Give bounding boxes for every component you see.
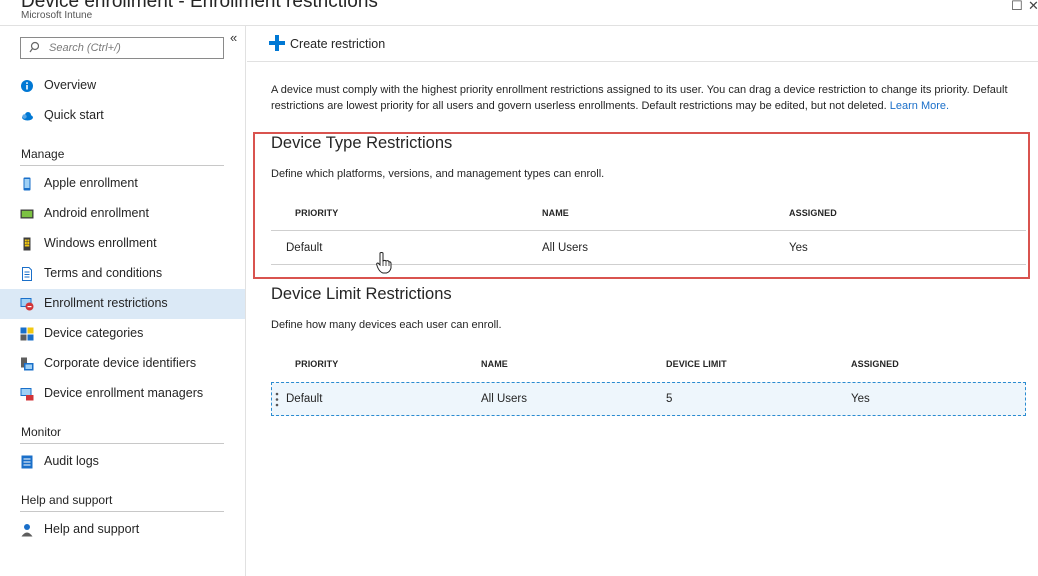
section-help: Help and support: [21, 493, 113, 507]
search-icon: [29, 41, 39, 53]
device-type-title: Device Type Restrictions: [271, 134, 453, 152]
cell-device-limit: 5: [666, 393, 673, 405]
sidebar-item-label: Device categories: [44, 326, 144, 340]
categories-icon: [20, 327, 34, 341]
restriction-icon: [20, 298, 34, 311]
device-limit-title: Device Limit Restrictions: [271, 285, 452, 303]
sidebar: Search (Ctrl+/) « Overview Quick start M…: [0, 26, 246, 576]
column-header-priority[interactable]: PRIORITY: [295, 359, 338, 369]
phone-icon: [23, 177, 31, 191]
cell-name: All Users: [481, 393, 528, 405]
learn-more-link[interactable]: Learn More.: [890, 100, 949, 112]
tablet-icon: [20, 209, 34, 219]
sidebar-item-label: Apple enrollment: [44, 176, 138, 190]
cell-priority: Default: [286, 393, 323, 405]
column-header-priority[interactable]: PRIORITY: [295, 208, 338, 218]
plus-icon: [269, 35, 285, 51]
table-row[interactable]: Default All Users 5 Yes: [271, 382, 1026, 416]
sidebar-item-apple-enrollment[interactable]: Apple enrollment: [0, 169, 245, 199]
section-manage: Manage: [21, 147, 65, 161]
divider: [20, 443, 224, 444]
device-type-description: Define which platforms, versions, and ma…: [271, 168, 605, 180]
sidebar-item-enrollment-restrictions[interactable]: Enrollment restrictions: [0, 289, 245, 319]
drag-handle-icon[interactable]: [275, 392, 279, 407]
device-limit-description: Define how many devices each user can en…: [271, 319, 502, 331]
sidebar-item-audit-logs[interactable]: Audit logs: [0, 447, 245, 477]
corporate-device-icon: [21, 357, 34, 371]
cell-assigned: Yes: [851, 393, 870, 405]
cell-name: All Users: [542, 242, 589, 254]
close-icon[interactable]: ✕: [1028, 0, 1038, 14]
command-bar: Create restriction: [247, 26, 1038, 62]
sidebar-item-label: Quick start: [44, 108, 104, 122]
sidebar-item-label: Enrollment restrictions: [44, 296, 168, 310]
page-description: A device must comply with the highest pr…: [271, 82, 1021, 114]
blade-subtitle: Microsoft Intune: [21, 10, 93, 21]
sidebar-item-quick-start[interactable]: Quick start: [0, 101, 245, 131]
sidebar-item-label: Windows enrollment: [44, 236, 157, 250]
sidebar-item-label: Overview: [44, 78, 97, 92]
divider: [20, 165, 224, 166]
create-restriction-label: Create restriction: [290, 37, 386, 51]
managers-icon: [20, 388, 34, 401]
sidebar-item-label: Audit logs: [44, 454, 99, 468]
cell-assigned: Yes: [789, 242, 808, 254]
document-icon: [22, 267, 32, 281]
column-header-name[interactable]: NAME: [542, 208, 569, 218]
section-monitor: Monitor: [21, 425, 62, 439]
cloud-icon: [22, 112, 33, 121]
search-placeholder: Search (Ctrl+/): [49, 42, 121, 54]
sidebar-item-windows-enrollment[interactable]: Windows enrollment: [0, 229, 245, 259]
column-header-assigned[interactable]: ASSIGNED: [789, 208, 837, 218]
collapse-sidebar-button[interactable]: «: [230, 30, 237, 45]
sidebar-item-help-and-support[interactable]: Help and support: [0, 515, 245, 545]
hand-cursor-icon: [376, 252, 392, 274]
sidebar-item-label: Terms and conditions: [44, 266, 163, 280]
log-icon: [21, 455, 33, 469]
sidebar-item-overview[interactable]: Overview: [0, 71, 245, 101]
sidebar-item-label: Help and support: [44, 522, 140, 536]
divider: [20, 511, 224, 512]
blade-header: Device enrollment - Enrollment restricti…: [0, 0, 1038, 26]
maximize-icon[interactable]: ☐: [1011, 0, 1023, 14]
sidebar-item-device-categories[interactable]: Device categories: [0, 319, 245, 349]
sidebar-item-device-enrollment-managers[interactable]: Device enrollment managers: [0, 379, 245, 409]
sidebar-item-terms-and-conditions[interactable]: Terms and conditions: [0, 259, 245, 289]
search-input[interactable]: Search (Ctrl+/): [20, 37, 224, 59]
cell-priority: Default: [286, 242, 323, 254]
sidebar-item-label: Corporate device identifiers: [44, 356, 197, 370]
column-header-name[interactable]: NAME: [481, 359, 508, 369]
info-icon: [21, 80, 33, 92]
sidebar-item-label: Device enrollment managers: [44, 386, 204, 400]
column-header-device-limit[interactable]: DEVICE LIMIT: [666, 359, 727, 369]
windows-phone-icon: [23, 237, 31, 251]
sidebar-item-label: Android enrollment: [44, 206, 149, 220]
person-help-icon: [21, 524, 33, 537]
sidebar-item-android-enrollment[interactable]: Android enrollment: [0, 199, 245, 229]
sidebar-item-corporate-device-identifiers[interactable]: Corporate device identifiers: [0, 349, 245, 379]
column-header-assigned[interactable]: ASSIGNED: [851, 359, 899, 369]
